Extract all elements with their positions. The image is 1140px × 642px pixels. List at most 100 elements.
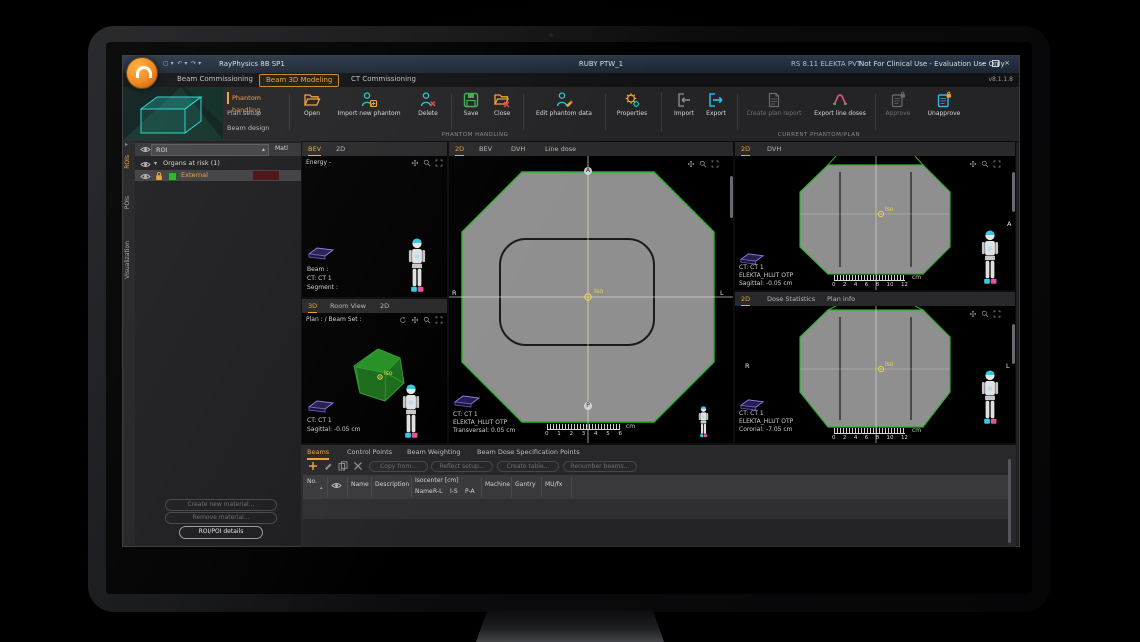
export-line-doses-button[interactable]: Export line doses (809, 91, 871, 117)
tab-beam-3d-modeling[interactable]: Beam 3D Modeling (259, 74, 339, 87)
eye-icon[interactable] (140, 145, 151, 154)
sort-icon[interactable]: ▴ (320, 485, 323, 491)
col-iso-rl[interactable]: R-L (433, 488, 442, 495)
viewport-coronal[interactable]: 2D Dose Statistics Plan info (734, 291, 1016, 444)
import-new-phantom-button[interactable]: Import new phantom (333, 91, 405, 117)
zoom-icon[interactable] (423, 316, 431, 324)
tab-beam-dose-spec-points[interactable]: Beam Dose Specification Points (477, 446, 580, 458)
close-button[interactable]: × (1001, 59, 1013, 67)
tab-dose-statistics[interactable]: Dose Statistics (767, 293, 815, 305)
fullscreen-icon[interactable] (435, 159, 443, 167)
tab-2d[interactable]: 2D (741, 143, 750, 157)
edit-beam-icon[interactable] (323, 461, 333, 471)
roi-row-external[interactable]: External (135, 170, 301, 181)
import-button[interactable]: Import (669, 91, 699, 117)
sidebar-tab-visualization[interactable]: Visualization (124, 241, 131, 279)
roi-poi-details-button[interactable]: ROI/POI details (179, 526, 263, 539)
viewport-transversal[interactable]: 2D BEV DVH Line dose Iso (448, 141, 734, 444)
delete-beam-icon[interactable] (353, 461, 363, 471)
tab-2d[interactable]: 2D (741, 293, 750, 307)
tab-plan-info[interactable]: Plan info (827, 293, 855, 305)
sidebar-tab-pois[interactable]: POIs (124, 196, 131, 209)
collapse-arrow-icon[interactable]: ▸ (125, 141, 128, 148)
zoom-icon[interactable] (423, 159, 431, 167)
create-plan-report-button[interactable]: Create plan report (743, 91, 805, 117)
pan-icon[interactable] (687, 160, 695, 168)
col-description[interactable]: Description (375, 481, 409, 488)
col-name[interactable]: Name (351, 481, 369, 488)
eye-icon[interactable] (140, 172, 151, 181)
tab-dvh[interactable]: DVH (767, 143, 781, 155)
reflect-setup-button[interactable]: Reflect setup... (431, 461, 493, 472)
tab-3d[interactable]: 3D (308, 300, 317, 314)
mode-phantom-handling[interactable]: Phantom handling (227, 92, 288, 104)
add-beam-icon[interactable] (308, 461, 318, 471)
viewport-3d[interactable]: 3D Room View 2D Plan : / Beam Set : (301, 298, 448, 444)
tab-line-dose[interactable]: Line dose (545, 143, 576, 155)
fullscreen-icon[interactable] (711, 160, 719, 168)
tab-bev-2d[interactable]: 2D (336, 143, 345, 155)
create-new-material-button[interactable]: Create new material... (165, 499, 277, 511)
mode-plan-setup[interactable]: Plan setup (227, 107, 283, 119)
slice-slider[interactable] (730, 176, 733, 218)
roi-group-row[interactable]: ▾ Organs at risk (1) (135, 158, 301, 169)
pan-icon[interactable] (411, 159, 419, 167)
open-button[interactable]: Open (295, 91, 329, 117)
pan-icon[interactable] (969, 310, 977, 318)
unapprove-button[interactable]: Unapprove (921, 91, 967, 117)
transversal-content[interactable]: Iso A P R L CT: CT 1 ELEKTA_HLUT OTP Tra… (449, 156, 733, 443)
approve-button[interactable]: Approve (879, 91, 917, 117)
pan-icon[interactable] (411, 316, 419, 324)
sidebar-tab-rois[interactable]: ROIs (124, 155, 131, 169)
tab-beams[interactable]: Beams (307, 446, 329, 460)
save-button[interactable]: Save (457, 91, 485, 117)
properties-button[interactable]: Properties (611, 91, 653, 117)
restore-button[interactable] (989, 59, 1001, 67)
remove-material-button[interactable]: Remove material... (165, 512, 277, 524)
zoom-icon[interactable] (981, 160, 989, 168)
close-button-ribbon[interactable]: Close (487, 91, 517, 117)
edit-phantom-data-button[interactable]: Edit phantom data (529, 91, 599, 117)
tab-bev[interactable]: BEV (479, 143, 492, 155)
tab-dvh[interactable]: DVH (511, 143, 525, 155)
col-iso-pa[interactable]: P-A (465, 488, 475, 495)
viewport-sagittal[interactable]: 2D DVH Iso (734, 141, 1016, 291)
tab-control-points[interactable]: Control Points (347, 446, 392, 458)
col-machine[interactable]: Machine (485, 481, 510, 488)
pan-icon[interactable] (969, 160, 977, 168)
roi-filter-dropdown[interactable]: ROI▴ (151, 144, 269, 156)
delete-phantom-button[interactable]: Delete (411, 91, 445, 117)
beams-scrollbar[interactable] (1008, 459, 1011, 543)
3d-content[interactable]: Plan : / Beam Set : Iso (302, 313, 447, 443)
fullscreen-icon[interactable] (435, 316, 443, 324)
col-gantry[interactable]: Gantry (515, 481, 536, 488)
viewport-bev[interactable]: BEV 2D Energy - Beam : CT: CT 1 Segment … (301, 141, 448, 298)
slice-slider[interactable] (1012, 172, 1015, 212)
tab-2d[interactable]: 2D (455, 143, 464, 157)
col-isocenter[interactable]: Isocenter [cm] (415, 477, 459, 484)
tab-3d-2d[interactable]: 2D (380, 300, 389, 312)
quick-access-toolbar[interactable]: ▢ ▾ ↶ ▾ ↷ ▾ (163, 60, 201, 67)
export-button[interactable]: Export (701, 91, 731, 117)
minimize-button[interactable]: – (977, 59, 989, 67)
copy-beam-icon[interactable] (338, 461, 348, 471)
eye-icon[interactable] (331, 481, 342, 490)
create-table-button[interactable]: Create table... (497, 461, 559, 472)
reset-view-icon[interactable] (399, 316, 407, 324)
fullscreen-icon[interactable] (993, 160, 1001, 168)
fullscreen-icon[interactable] (993, 310, 1001, 318)
slice-slider[interactable] (1012, 324, 1015, 364)
chevron-down-icon[interactable]: ▾ (154, 158, 157, 169)
coronal-content[interactable]: Iso R L CT: CT 1 ELEKTA_HLUT OTP Coronal… (735, 306, 1015, 443)
sagittal-content[interactable]: Iso A CT: CT 1 ELEKTA_HLUT OTP Sagittal:… (735, 156, 1015, 290)
tab-beam-weighting[interactable]: Beam Weighting (407, 446, 461, 458)
tab-beam-commissioning[interactable]: Beam Commissioning (171, 74, 259, 85)
tab-room-view[interactable]: Room View (330, 300, 366, 312)
mode-beam-design[interactable]: Beam design (227, 122, 283, 134)
renumber-beams-button[interactable]: Renumber beams... (563, 461, 637, 472)
col-iso-is[interactable]: I-S (450, 488, 458, 495)
col-iso-name[interactable]: Name (415, 488, 433, 495)
tab-ct-commissioning[interactable]: CT Commissioning (345, 74, 422, 85)
eye-icon[interactable] (140, 160, 151, 169)
col-no[interactable]: No. (307, 478, 317, 485)
